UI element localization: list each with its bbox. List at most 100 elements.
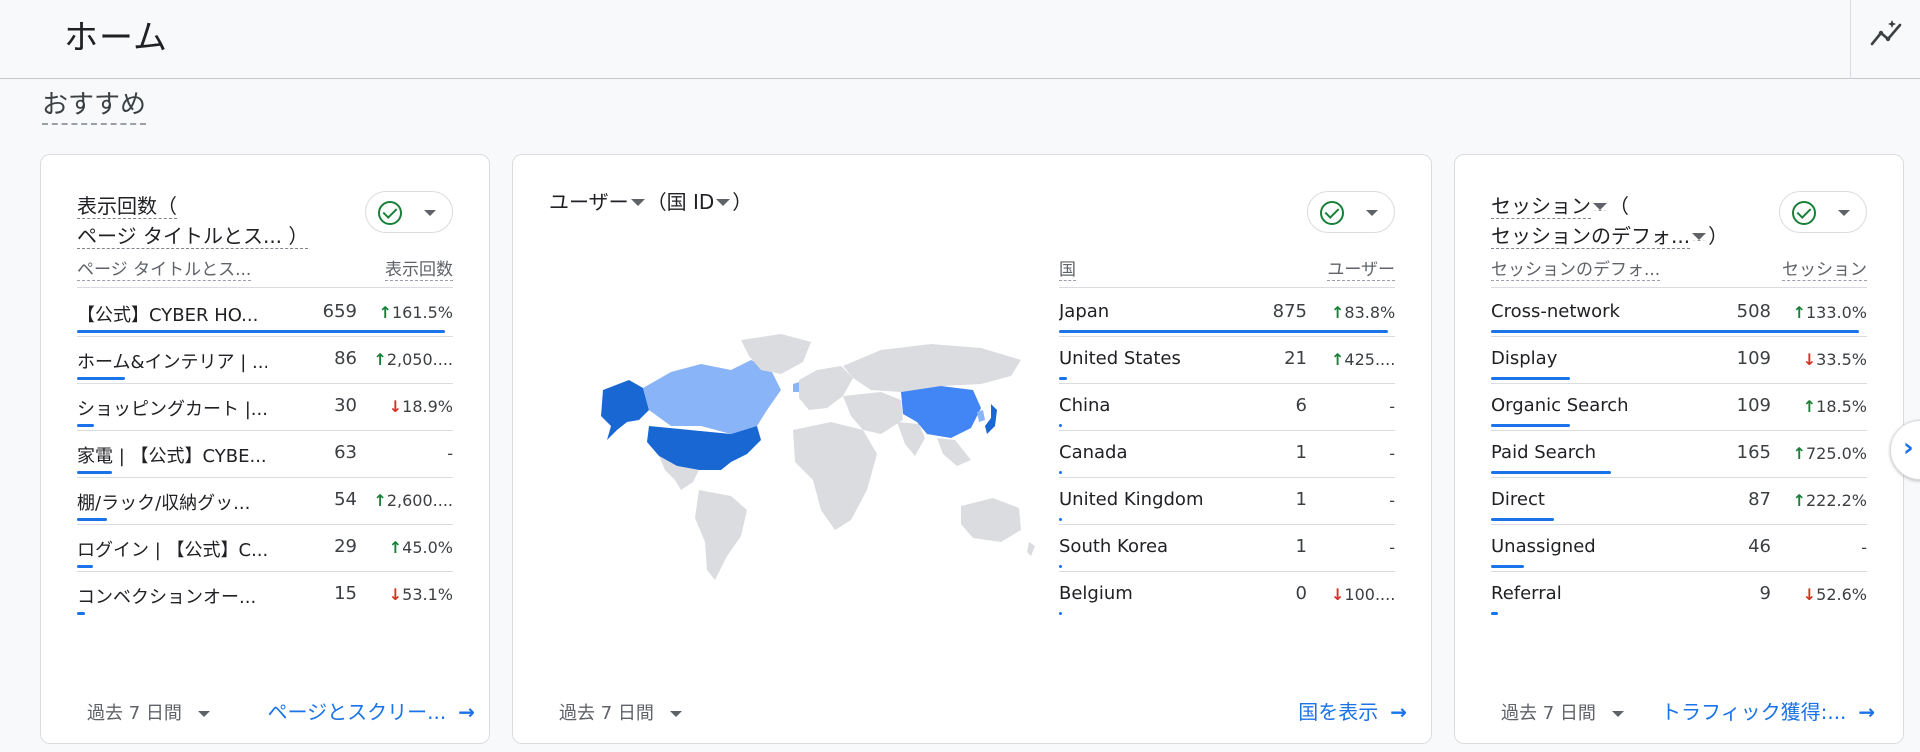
row-name: United States bbox=[1059, 348, 1181, 369]
section-title: おすすめ bbox=[42, 84, 147, 125]
table-row[interactable]: Referral 9 ↓52.6% bbox=[1491, 572, 1867, 619]
card-sessions-by-channel: セッション （ セッションのデフォ... ） セッションのデフォ... セッション … bbox=[1454, 154, 1904, 744]
table-row[interactable]: Unassigned 46 - bbox=[1491, 525, 1867, 572]
change-text: 725.0% bbox=[1805, 444, 1867, 463]
date-range-dropdown[interactable]: 過去 7 日間 bbox=[87, 699, 210, 725]
title-close-paren: ） bbox=[732, 190, 753, 214]
chevron-down-icon bbox=[1366, 210, 1378, 216]
row-value: 63 bbox=[334, 442, 357, 463]
arrow-up-icon: ↑ bbox=[1792, 444, 1806, 463]
map-australia bbox=[961, 498, 1021, 542]
insights-icon[interactable] bbox=[1868, 16, 1904, 52]
table-row[interactable]: 【公式】CYBER HO... 659 ↑161.5% bbox=[77, 290, 453, 337]
view-acquisition-link[interactable]: トラフィック獲得:... → bbox=[1661, 696, 1875, 725]
check-circle-icon bbox=[1320, 201, 1344, 225]
table-row[interactable]: Japan 875 ↑83.8% bbox=[1059, 290, 1395, 337]
row-change: ↓33.5% bbox=[1803, 350, 1867, 369]
dimension-selector[interactable]: セッションのデフォ... bbox=[1491, 224, 1691, 249]
metric-selector[interactable]: ユーザー bbox=[549, 190, 629, 214]
change-text: 33.5% bbox=[1816, 350, 1867, 369]
metric-selector[interactable]: セッション bbox=[1491, 194, 1591, 219]
table-row[interactable]: Display 109 ↓33.5% bbox=[1491, 337, 1867, 384]
table-row[interactable]: United States 21 ↑425.... bbox=[1059, 337, 1395, 384]
row-name: ショッピングカート |... bbox=[77, 399, 267, 420]
map-uk bbox=[793, 382, 799, 392]
map-japan bbox=[985, 404, 997, 434]
table-row[interactable]: Canada 1 - bbox=[1059, 431, 1395, 478]
row-value: 86 bbox=[334, 348, 357, 369]
table-row[interactable]: South Korea 1 - bbox=[1059, 525, 1395, 572]
view-countries-label: 国を表示 bbox=[1298, 700, 1379, 724]
row-name: Japan bbox=[1059, 301, 1110, 322]
comparison-toggle-button[interactable] bbox=[1779, 191, 1867, 233]
table-row[interactable]: 棚/ラック/収納グッ... 54 ↑2,600.... bbox=[77, 478, 453, 525]
row-name: South Korea bbox=[1059, 536, 1169, 557]
col-header-value[interactable]: ユーザー bbox=[1327, 255, 1395, 281]
row-change: ↓100.... bbox=[1331, 585, 1395, 604]
table-row[interactable]: China 6 - bbox=[1059, 384, 1395, 431]
row-proportion-bar bbox=[1491, 330, 1860, 333]
view-acquisition-label: トラフィック獲得:... bbox=[1661, 700, 1847, 724]
map-south-america bbox=[695, 490, 747, 580]
change-text: 18.9% bbox=[402, 397, 453, 416]
table-row[interactable]: コンベクションオー... 15 ↓53.1% bbox=[77, 572, 453, 619]
comparison-toggle-button[interactable] bbox=[365, 191, 453, 233]
row-value: 6 bbox=[1295, 395, 1307, 416]
map-africa bbox=[793, 422, 877, 530]
arrow-down-icon: ↓ bbox=[1802, 585, 1817, 604]
col-header-name[interactable]: ページ タイトルとス... bbox=[77, 255, 252, 281]
row-name: Belgium bbox=[1059, 583, 1133, 604]
row-value: 109 bbox=[1736, 395, 1771, 416]
header-divider bbox=[1491, 287, 1867, 288]
table-row[interactable]: Direct 87 ↑222.2% bbox=[1491, 478, 1867, 525]
row-proportion-bar bbox=[1491, 612, 1498, 615]
comparison-toggle-button[interactable] bbox=[1307, 191, 1395, 233]
col-header-value[interactable]: 表示回数 bbox=[385, 255, 453, 281]
row-name: China bbox=[1059, 395, 1111, 416]
row-value: 9 bbox=[1759, 583, 1771, 604]
card-title-line2: ページ タイトルとス... ） bbox=[77, 224, 309, 249]
chevron-down-icon bbox=[716, 199, 731, 206]
date-range-dropdown[interactable]: 過去 7 日間 bbox=[559, 699, 682, 725]
view-report-link[interactable]: ページとスクリー... → bbox=[268, 696, 475, 725]
row-value: 875 bbox=[1272, 301, 1307, 322]
card-title[interactable]: セッション （ セッションのデフォ... ） bbox=[1491, 191, 1728, 251]
table-row[interactable]: 家電 | 【公式】CYBE... 63 - bbox=[77, 431, 453, 478]
change-text: 52.6% bbox=[1816, 585, 1867, 604]
table-row[interactable]: ホーム&インテリア | ... 86 ↑2,050.... bbox=[77, 337, 453, 384]
table-row[interactable]: Belgium 0 ↓100.... bbox=[1059, 572, 1395, 619]
change-text: 161.5% bbox=[391, 303, 453, 322]
table-row[interactable]: Organic Search 109 ↑18.5% bbox=[1491, 384, 1867, 431]
arrow-right-icon: → bbox=[1858, 700, 1876, 724]
table-row[interactable]: ログイン | 【公式】C... 29 ↑45.0% bbox=[77, 525, 453, 572]
row-proportion-bar bbox=[1059, 471, 1062, 474]
row-change: ↑83.8% bbox=[1331, 303, 1395, 322]
col-header-name[interactable]: 国 bbox=[1059, 255, 1076, 281]
view-countries-link[interactable]: 国を表示 → bbox=[1298, 696, 1407, 725]
table-row[interactable]: United Kingdom 1 - bbox=[1059, 478, 1395, 525]
change-text: - bbox=[1389, 491, 1395, 510]
col-header-value[interactable]: セッション bbox=[1782, 255, 1867, 281]
header-divider bbox=[77, 287, 453, 288]
row-name: Cross-network bbox=[1491, 301, 1620, 322]
col-header-name[interactable]: セッションのデフォ... bbox=[1491, 255, 1661, 281]
table-row[interactable]: Paid Search 165 ↑725.0% bbox=[1491, 431, 1867, 478]
table-row[interactable]: ショッピングカート |... 30 ↓18.9% bbox=[77, 384, 453, 431]
date-range-dropdown[interactable]: 過去 7 日間 bbox=[1501, 699, 1624, 725]
row-proportion-bar bbox=[77, 518, 108, 521]
row-change: ↓52.6% bbox=[1803, 585, 1867, 604]
change-text: 425.... bbox=[1344, 350, 1395, 369]
card-title[interactable]: ユーザー （国 ID ） bbox=[549, 187, 752, 217]
row-name: 【公式】CYBER HO... bbox=[77, 305, 259, 326]
date-range-label: 過去 7 日間 bbox=[87, 703, 182, 724]
card-title[interactable]: 表示回数（ ページ タイトルとス... ） bbox=[77, 191, 309, 251]
table-row[interactable]: Cross-network 508 ↑133.0% bbox=[1491, 290, 1867, 337]
change-text: 2,050.... bbox=[386, 350, 453, 369]
dimension-selector[interactable]: （国 ID bbox=[647, 190, 715, 214]
title-open-paren: （ bbox=[1609, 194, 1629, 218]
row-change: ↑425.... bbox=[1331, 350, 1395, 369]
change-text: 18.5% bbox=[1816, 397, 1867, 416]
change-text: - bbox=[1389, 538, 1395, 557]
row-proportion-bar bbox=[1491, 565, 1525, 568]
row-change: ↑2,050.... bbox=[373, 350, 453, 369]
